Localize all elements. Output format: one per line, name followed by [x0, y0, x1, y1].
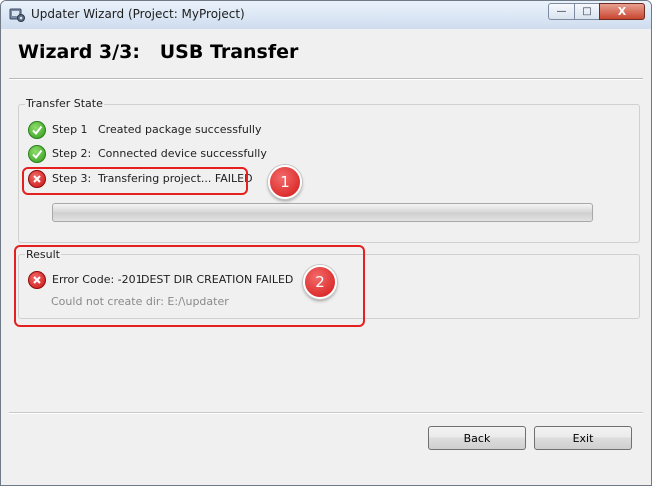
- success-check-icon: [28, 145, 46, 163]
- header-divider: [9, 78, 643, 80]
- page-title: Wizard 3/3: USB Transfer: [18, 41, 299, 63]
- wizard-header: Wizard 3/3: USB Transfer: [1, 29, 651, 78]
- close-button[interactable]: X: [599, 3, 645, 20]
- step-description: Created package successfully: [98, 123, 262, 136]
- step-row-1: Step 1 Created package successfully: [28, 121, 328, 139]
- minimize-button[interactable]: —: [548, 3, 575, 20]
- wizard-window: Updater Wizard (Project: MyProject) — □ …: [0, 0, 652, 486]
- wizard-footer: Back Exit: [1, 414, 651, 485]
- transfer-state-title: Transfer State: [25, 97, 104, 110]
- step-row-2: Step 2: Connected device successfully: [28, 145, 328, 163]
- maximize-button[interactable]: □: [574, 3, 600, 20]
- success-check-icon: [28, 121, 46, 139]
- exit-button[interactable]: Exit: [534, 426, 632, 450]
- step-label: Step 2:: [52, 147, 92, 160]
- window-title: Updater Wizard (Project: MyProject): [31, 7, 245, 21]
- callout-badge-2: 2: [303, 265, 337, 299]
- step-label: Step 1: [52, 123, 88, 136]
- title-bar[interactable]: Updater Wizard (Project: MyProject) — □ …: [1, 1, 651, 30]
- callout-box-step3: [22, 167, 248, 195]
- transfer-progress-bar: [52, 203, 593, 222]
- step-description: Connected device successfully: [98, 147, 267, 160]
- callout-badge-1: 1: [268, 165, 302, 199]
- updater-app-icon: [9, 6, 25, 22]
- back-button[interactable]: Back: [428, 426, 526, 450]
